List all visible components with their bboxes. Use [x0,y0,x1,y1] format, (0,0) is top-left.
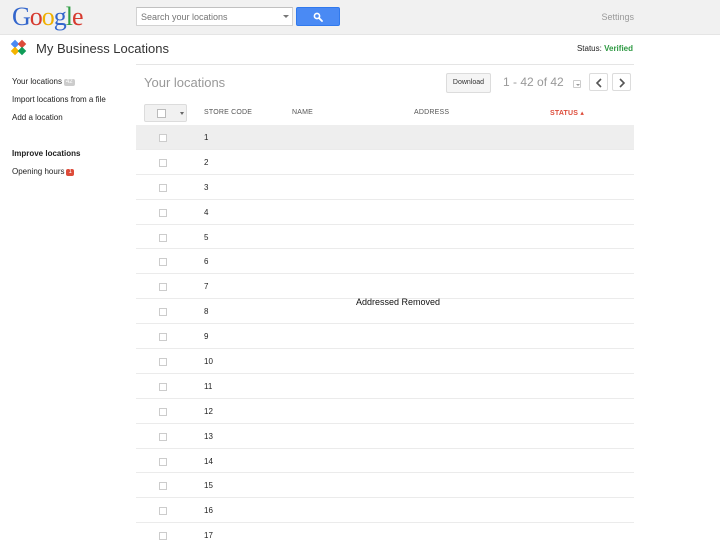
row-checkbox[interactable] [159,382,167,391]
table-row[interactable]: 14 [136,449,634,474]
column-header-name[interactable]: NAME [292,109,313,116]
chevron-left-icon [595,78,602,88]
sort-ascending-icon: ▴ [580,110,585,117]
table-row[interactable]: 7 [136,274,634,300]
sidebar-item-your-locations[interactable]: Your locations 42 [12,76,132,94]
sidebar: Your locations 42 Import locations from a… [12,76,132,184]
table-row[interactable]: 10 [136,349,634,374]
business-puzzle-icon [10,39,27,56]
table-row[interactable]: 3 [136,175,634,200]
status-verified-badge: Verified [604,44,633,53]
row-checkbox[interactable] [159,158,167,167]
store-code-cell: 12 [204,406,213,416]
table-header: STORE CODE NAME ADDRESS STATUS ▴ [136,101,634,126]
row-checkbox[interactable] [159,233,167,242]
account-status: Status: Verified [577,44,633,53]
table-row[interactable]: 12 [136,399,634,424]
row-checkbox[interactable] [159,432,167,441]
row-checkbox[interactable] [159,457,167,466]
pagination-dropdown-icon[interactable] [573,80,581,88]
table-row[interactable]: 5 [136,225,634,250]
row-checkbox[interactable] [159,507,167,516]
sidebar-item-add-location[interactable]: Add a location [12,112,132,130]
redaction-notice: Addressed Removed [356,297,441,307]
locations-count-badge: 42 [63,79,75,86]
store-code-cell: 11 [204,381,213,391]
row-checkbox[interactable] [159,532,167,541]
main-divider [136,64,634,65]
store-code-cell: 1 [204,133,209,142]
table-row[interactable]: 13 [136,424,634,449]
row-checkbox[interactable] [159,183,167,192]
row-checkbox[interactable] [159,333,167,342]
row-checkbox[interactable] [159,407,167,416]
table-row[interactable]: 17 [136,523,634,543]
status-label: Status: [576,44,602,53]
sidebar-heading-improve: Improve locations [12,149,81,158]
table-row[interactable]: 9 [136,324,634,350]
row-checkbox[interactable] [159,134,167,142]
sidebar-item-label: Opening hours [12,167,65,176]
page-title: My Business Locations [36,41,169,56]
locations-table-body: 1 2 3 4 5 6 7 8 9 10 11 12 13 14 15 16 17 [136,125,634,543]
top-bar: Google Settings [0,0,720,35]
store-code-cell: 6 [204,257,209,267]
search-icon [313,12,323,22]
store-code-cell: 16 [204,506,213,516]
pagination-text: 1 - 42 of 42 [503,75,564,89]
previous-page-button[interactable] [589,73,608,91]
row-checkbox[interactable] [159,482,167,491]
column-header-address[interactable]: ADDRESS [414,109,449,116]
select-all-checkbox[interactable] [157,109,166,118]
column-header-store-code[interactable]: STORE CODE [204,109,252,116]
table-row[interactable]: 11 [136,374,634,399]
settings-link[interactable]: Settings [601,12,634,22]
store-code-cell: 8 [204,307,209,317]
status-column-label: STATUS [550,110,579,117]
store-code-cell: 10 [204,357,213,367]
title-row: My Business Locations Status: Verified [0,35,720,64]
row-checkbox[interactable] [159,283,167,292]
sidebar-item-opening-hours[interactable]: Opening hours 1 [12,166,132,184]
store-code-cell: 13 [204,431,213,441]
sidebar-item-label: Your locations [12,77,62,86]
section-title: Your locations [144,75,226,90]
store-code-cell: 15 [204,481,213,491]
table-row[interactable]: 15 [136,473,634,499]
next-page-button[interactable] [612,73,631,91]
store-code-cell: 4 [204,207,209,217]
chevron-down-icon [180,112,184,115]
table-row[interactable]: 4 [136,200,634,225]
table-row[interactable]: 1 [136,125,634,150]
table-row[interactable]: 6 [136,249,634,275]
row-checkbox[interactable] [159,258,167,267]
store-code-cell: 5 [204,232,209,242]
store-code-cell: 9 [204,332,209,342]
sidebar-item-import[interactable]: Import locations from a file [12,94,132,112]
row-checkbox[interactable] [159,358,167,367]
row-checkbox[interactable] [159,208,167,217]
chevron-right-icon [619,78,626,88]
search-box [136,7,293,26]
search-dropdown-caret-icon[interactable] [283,15,289,18]
store-code-cell: 7 [204,282,209,292]
search-input[interactable] [137,8,277,25]
store-code-cell: 14 [204,456,213,466]
store-code-cell: 3 [204,182,209,192]
column-header-status[interactable]: STATUS ▴ [550,109,584,117]
search-button[interactable] [296,7,340,26]
table-row[interactable]: 16 [136,498,634,524]
opening-hours-alert-badge: 1 [66,169,74,176]
select-all-dropdown[interactable] [144,104,187,122]
store-code-cell: 17 [204,531,213,541]
table-row[interactable]: 2 [136,150,634,175]
google-logo[interactable]: Google [12,2,84,32]
download-button[interactable]: Download [446,73,491,93]
row-checkbox[interactable] [159,308,167,317]
store-code-cell: 2 [204,157,209,167]
